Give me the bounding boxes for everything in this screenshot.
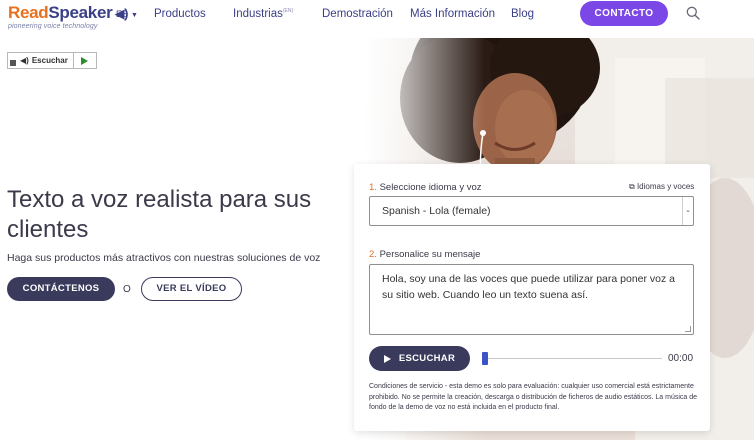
- listen-widget-label: Escuchar: [31, 56, 68, 65]
- contact-us-button[interactable]: CONTÁCTENOS: [7, 277, 115, 301]
- listen-widget[interactable]: ◀) Escuchar: [7, 52, 97, 69]
- listen-button[interactable]: ESCUCHAR: [369, 346, 470, 371]
- language-label: ES: [116, 9, 129, 19]
- voice-select-value: Spanish - Lola (female): [382, 205, 491, 217]
- nav-industrias[interactable]: Industrias(EN): [233, 8, 293, 20]
- contact-button[interactable]: CONTACTO: [580, 1, 668, 26]
- message-text: Hola, soy una de las voces que puede uti…: [382, 273, 676, 301]
- languages-voices-label: Idiomas y voces: [636, 182, 695, 191]
- nav-mas-informacion[interactable]: Más Información: [410, 8, 495, 20]
- languages-voices-link[interactable]: ⧉ Idiomas y voces: [629, 182, 694, 192]
- nav-demostracion-label: Demostración: [322, 8, 393, 20]
- listen-widget-button[interactable]: ◀) Escuchar: [18, 53, 74, 68]
- speaker-icon: ◀): [20, 56, 29, 65]
- site-header: ReadSpeaker ◀) pioneering voice technolog…: [0, 0, 754, 38]
- play-icon[interactable]: [74, 53, 96, 68]
- nav-productos-label: Productos: [154, 8, 206, 20]
- step1-number: 1.: [369, 182, 377, 193]
- demo-card: 1. Seleccione idioma y voz ⧉ Idiomas y v…: [354, 164, 710, 431]
- terms-text: Condiciones de servicio - esta demo es s…: [369, 383, 698, 411]
- audio-time: 00:00: [668, 353, 694, 364]
- hero-subtitle: Haga sus productos más atractivos con nu…: [7, 252, 321, 264]
- step2-number: 2.: [369, 249, 377, 260]
- nav-industrias-label: Industrias: [233, 8, 283, 20]
- language-selector[interactable]: ES ▼: [116, 9, 138, 19]
- watch-video-button[interactable]: VER EL VÍDEO: [141, 277, 242, 301]
- or-separator: O: [123, 284, 131, 295]
- listen-button-label: ESCUCHAR: [398, 353, 456, 364]
- logo-tagline: pioneering voice technology: [8, 23, 98, 30]
- audio-progress-track[interactable]: [484, 358, 662, 359]
- external-link-icon: ⧉: [629, 182, 635, 191]
- step1-text: Seleccione idioma y voz: [379, 182, 482, 193]
- menu-icon[interactable]: [8, 53, 18, 68]
- hero-title: Texto a voz realista para sus clientes: [7, 186, 312, 243]
- step2-text: Personalice su mensaje: [379, 249, 481, 260]
- search-icon[interactable]: [686, 6, 700, 20]
- nav-demostracion[interactable]: Demostración: [322, 8, 393, 20]
- nav-productos[interactable]: Productos: [154, 8, 206, 20]
- step1-label: 1. Seleccione idioma y voz: [369, 182, 482, 193]
- nav-blog[interactable]: Blog: [511, 8, 534, 20]
- message-textarea[interactable]: Hola, soy una de las voces que puede uti…: [369, 264, 694, 335]
- nav-mas-informacion-label: Más Información: [410, 8, 496, 20]
- resize-grip-icon[interactable]: [685, 326, 691, 332]
- logo-speaker: Speaker: [48, 3, 113, 22]
- nav-industrias-lang-tag: (EN): [282, 8, 294, 15]
- voice-select[interactable]: Spanish - Lola (female) ⌄: [369, 196, 694, 226]
- chevron-down-icon: ▼: [131, 12, 138, 19]
- play-icon: [383, 354, 391, 363]
- nav-blog-label: Blog: [511, 8, 535, 20]
- chevron-down-icon[interactable]: ⌄: [682, 197, 693, 225]
- audio-progress-handle[interactable]: [482, 352, 488, 365]
- readspeaker-logo[interactable]: ReadSpeaker ◀) pioneering voice technolog…: [8, 3, 128, 31]
- step2-label: 2. Personalice su mensaje: [369, 249, 480, 260]
- logo-read: Read: [8, 3, 49, 22]
